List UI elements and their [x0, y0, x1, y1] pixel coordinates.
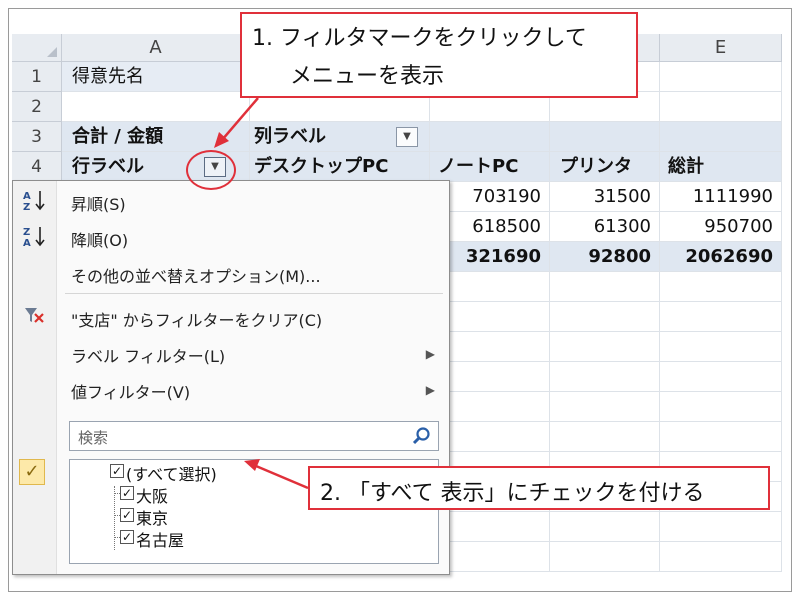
arrow-to-select-all-head	[244, 459, 260, 471]
arrow-to-filter-button	[221, 97, 259, 141]
annotation-arrows	[214, 97, 309, 490]
arrow-to-select-all	[255, 464, 309, 490]
